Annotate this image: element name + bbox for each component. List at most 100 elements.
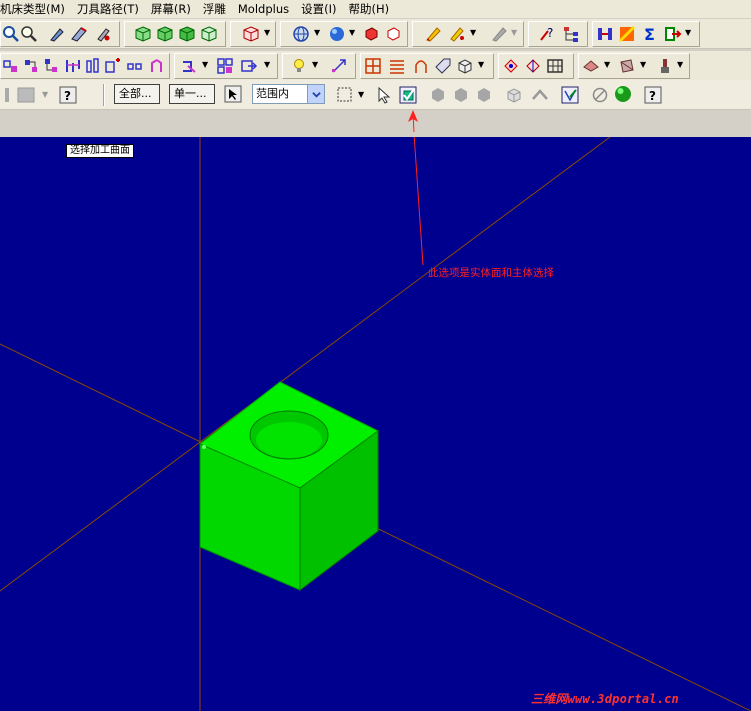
chevron-down-icon[interactable]: ▼ [604,60,610,69]
selection-mode-value: 范围内 [256,87,289,100]
drill-op-icon[interactable] [41,56,61,76]
menu-relief[interactable]: 浮雕 [197,0,232,18]
help-icon[interactable]: ? [58,85,78,105]
solid-select-icon[interactable] [398,85,418,105]
tool-holder-icon[interactable] [69,24,89,44]
mesh-icon[interactable] [545,56,565,76]
toolbar-group-surface: ▼ [360,53,494,79]
chevron-down-icon[interactable] [307,85,324,103]
trim-icon[interactable] [523,56,543,76]
brush-icon[interactable] [655,56,675,76]
toolbar-group-nc: ▼ ▼ [174,53,278,79]
chevron-down-icon[interactable]: ▼ [358,90,364,99]
chevron-down-icon[interactable]: ▼ [677,60,683,69]
modify-icon[interactable] [501,56,521,76]
menu-toolpaths[interactable]: 刀具路径(T) [71,0,145,18]
select-cursor-icon[interactable] [223,84,243,104]
chevron-down-icon[interactable]: ▼ [314,28,320,37]
export-icon[interactable] [663,24,683,44]
svg-text:?: ? [649,89,656,103]
annotation-arrow [413,137,424,266]
dots-op-icon[interactable] [125,56,145,76]
menu-bar: 机床类型(M) 刀具路径(T) 屏幕(R) 浮雕 Moldplus 设置(I) … [0,0,751,18]
box-select-icon[interactable] [335,85,355,105]
view-cube-top-icon[interactable] [133,24,153,44]
shade-wire-icon[interactable] [383,24,403,44]
measure-icon[interactable] [329,56,349,76]
toolbar-separator [103,84,105,106]
tool-icon[interactable] [47,24,67,44]
analyze-icon[interactable]: ? [537,24,557,44]
svg-text:?: ? [64,89,71,103]
chevron-down-icon[interactable]: ▼ [264,28,270,37]
menu-settings[interactable]: 设置(I) [295,0,342,18]
menu-screen[interactable]: 屏幕(R) [145,0,197,18]
chevron-down-icon[interactable]: ▼ [685,28,691,37]
tooltip: 选择加工曲面 [66,144,134,158]
pencil-icon[interactable] [423,24,443,44]
menu-moldplus[interactable]: Moldplus [232,0,295,18]
mirror-op-icon[interactable] [147,56,167,76]
green-ball-icon[interactable] [613,84,633,104]
shade-solid-icon[interactable] [361,24,381,44]
selection-mode-select[interactable]: 范围内 [252,84,325,104]
selection-arrow-icon[interactable] [374,85,394,105]
arc-icon[interactable] [411,56,431,76]
toolbar-group-cplane: ▼ [230,21,276,47]
watermark: 三维网www.3dportal.cn [531,692,679,706]
toolbar-group-edit [498,53,574,79]
transform-op-icon[interactable] [103,56,123,76]
menu-help[interactable]: 帮助(H) [342,0,395,18]
zoom-window-icon[interactable] [1,24,21,44]
select-single-button[interactable]: 单一... [169,84,215,104]
verify-select-icon[interactable] [560,85,580,105]
hole-inner [256,422,322,458]
svg-text:?: ? [547,26,553,40]
plunge-icon[interactable] [179,56,199,76]
chevron-down-icon[interactable]: ▼ [312,60,318,69]
chain-select-icon[interactable] [447,24,467,44]
surface-grid-icon[interactable] [363,56,383,76]
globe-icon[interactable] [291,24,311,44]
dimension-icon[interactable] [595,24,615,44]
help-icon[interactable]: ? [643,85,663,105]
toolbar-group-shading: ▼ ▼ [280,21,408,47]
bulb-icon[interactable] [289,56,309,76]
render-icon[interactable] [617,24,637,44]
view-cube-iso-icon[interactable] [199,24,219,44]
chevron-down-icon[interactable]: ▼ [640,60,646,69]
solid-extrude-icon[interactable] [581,56,601,76]
zoom-out-icon[interactable] [19,24,39,44]
chevron-down-icon[interactable]: ▼ [470,28,476,37]
surface-lines-icon[interactable] [387,56,407,76]
contour-op-icon[interactable] [1,56,21,76]
sphere-icon[interactable] [327,24,347,44]
cplane-cube-icon[interactable] [241,24,261,44]
loop-select-icon [530,85,550,105]
solid-body-icon [474,85,494,105]
view-cube-side-icon[interactable] [177,24,197,44]
disabled-palette-icon [16,85,36,105]
tag-icon[interactable] [433,56,453,76]
select-all-button[interactable]: 全部... [114,84,160,104]
align-op-icon[interactable] [83,56,103,76]
solid-cut-icon[interactable] [617,56,637,76]
menu-machine-type[interactable]: 机床类型(M) [0,0,71,18]
graphics-viewport[interactable]: 选择加工曲面 此选项是实体面和主体选择 三维网www.3dportal.cn [0,137,751,711]
pocket-op-icon[interactable] [21,56,41,76]
tool-library-icon[interactable] [93,24,113,44]
clear-selection-icon[interactable] [590,85,610,105]
tree-icon[interactable] [561,24,581,44]
sigma-icon[interactable]: Σ [641,24,661,44]
view-cube-front-icon[interactable] [155,24,175,44]
extend-icon[interactable] [239,56,259,76]
chevron-down-icon[interactable]: ▼ [264,60,270,69]
svg-text:Σ: Σ [644,25,655,43]
selection-toolbar: ▼ ? 全部... 单一... 范围内 ▼ ? [0,80,751,110]
chevron-down-icon[interactable]: ▼ [349,28,355,37]
chevron-down-icon[interactable]: ▼ [202,60,208,69]
grid-icon[interactable] [215,56,235,76]
chevron-down-icon[interactable]: ▼ [478,60,484,69]
facing-op-icon[interactable] [63,56,83,76]
box-icon[interactable] [455,56,475,76]
